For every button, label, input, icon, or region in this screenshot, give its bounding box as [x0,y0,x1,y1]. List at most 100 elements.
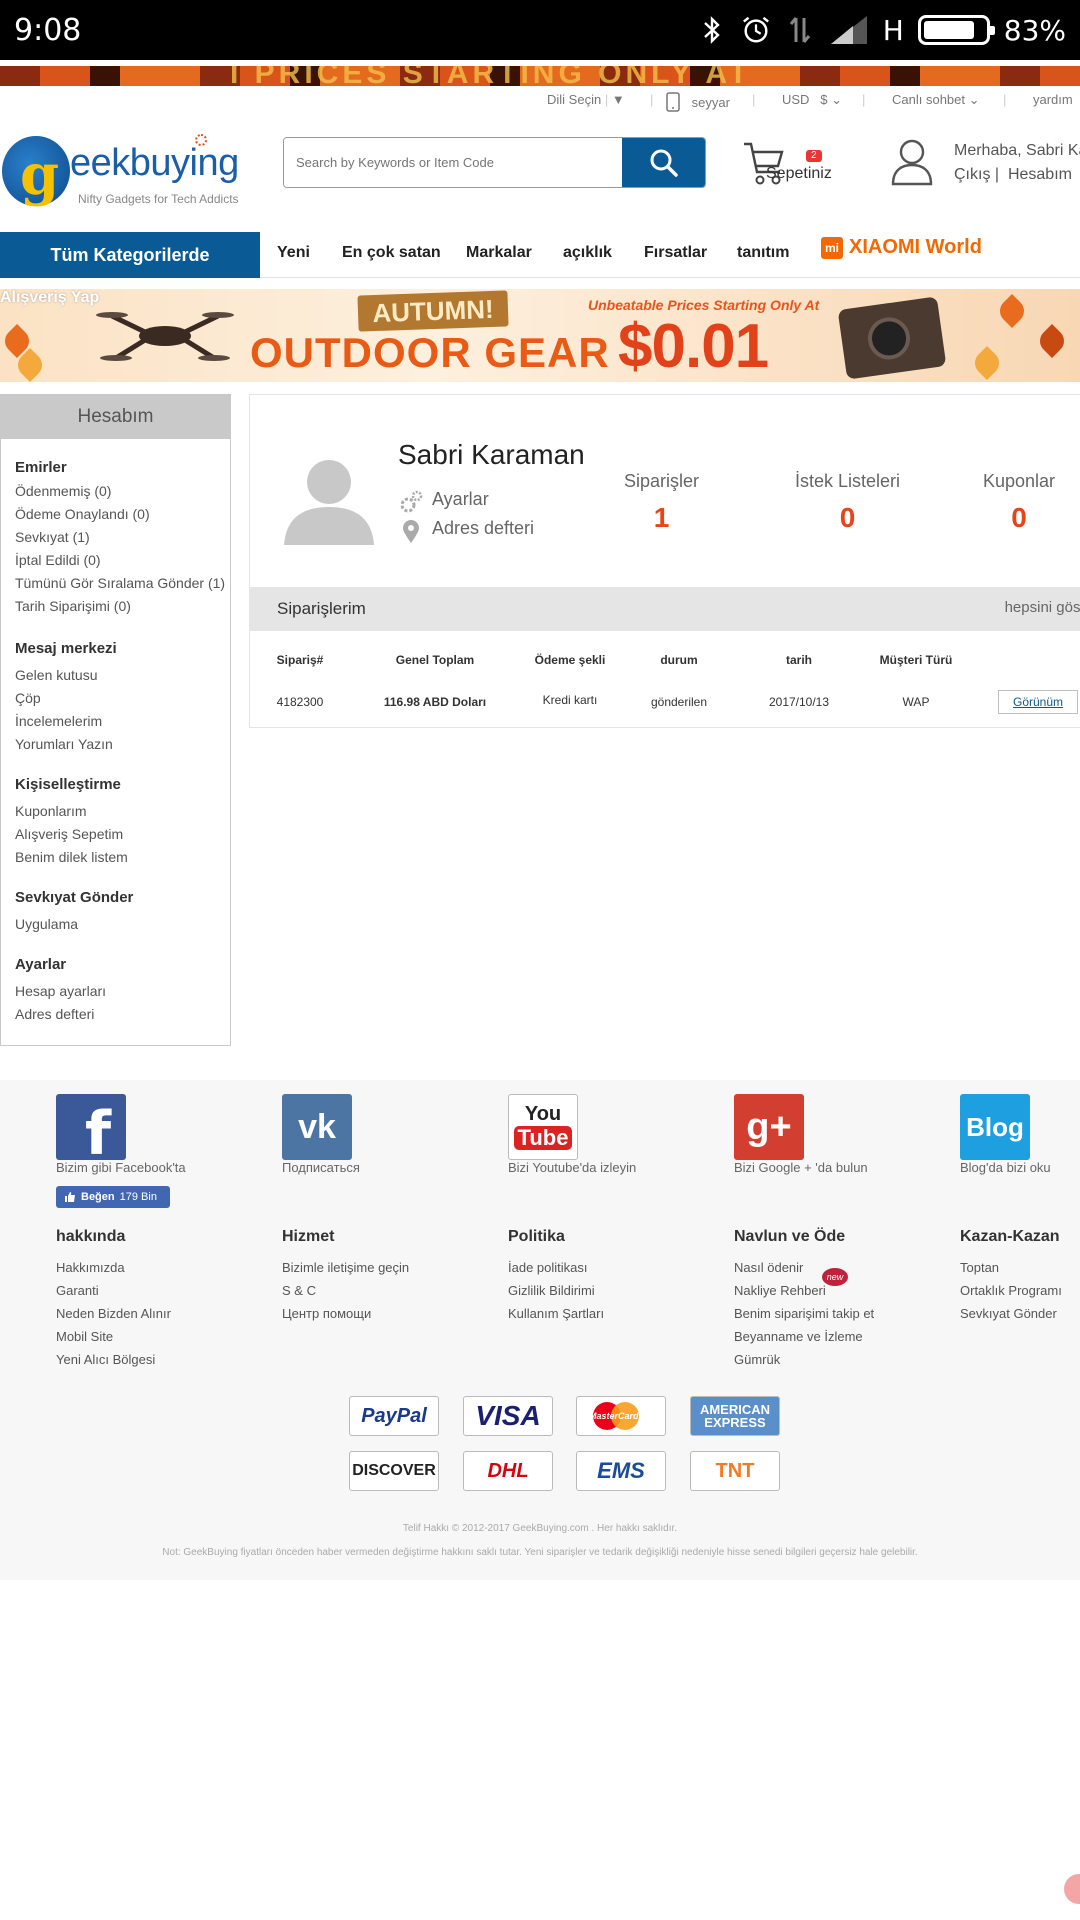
promo-banner[interactable]: Alışveriş Yap AUTUMN! OUTDOOR GEAR Unbea… [0,289,1080,382]
xiaomi-world-link[interactable]: mi XIAOMI World [821,236,982,259]
order-customer-type: WAP [902,695,930,709]
nav-item-brands[interactable]: Markalar [466,244,532,262]
sidebar-item-trash[interactable]: Çöp [15,690,41,706]
logout-link[interactable]: Çıkış [954,166,990,183]
nav-item-deals[interactable]: Fırsatlar [644,244,707,262]
address-book-link[interactable]: Adres defteri [432,518,534,539]
youtube-caption[interactable]: Bizi Youtube'da izleyin [508,1160,636,1175]
search-icon [650,149,678,177]
order-payment: Kredi kartı [542,693,598,707]
sidebar-item-account-settings[interactable]: Hesap ayarları [15,983,106,999]
view-order-button[interactable]: Görünüm [998,690,1078,714]
order-date: 2017/10/13 [768,695,830,709]
facebook-icon[interactable]: f [56,1094,126,1169]
footer-link[interactable]: Nakliye Rehberi [734,1283,826,1298]
paypal-logo: PayPal [349,1396,439,1436]
live-chat-link[interactable]: Canlı sohbet ⌄ [892,92,980,108]
google-plus-caption[interactable]: Bizi Google + 'da bulun [734,1160,868,1175]
footer-link[interactable]: Nasıl ödenir [734,1260,803,1275]
alarm-icon [742,16,769,43]
location-pin-icon [403,520,419,543]
footer-link[interactable]: Beyanname ve İzleme [734,1329,863,1344]
language-selector[interactable]: Dili Seçin | ▼ [547,92,625,107]
order-total: 116.98 ABD Doları [383,695,487,709]
stat-wishlists[interactable]: İstek Listeleri 0 [795,471,900,534]
orders-header: Siparişlerim hepsini göste [250,587,1080,631]
sidebar-item-shipped[interactable]: Sevkıyat (1) [15,529,90,545]
sidebar-item-application[interactable]: Uygulama [15,916,78,932]
blog-icon[interactable]: Blog [960,1094,1030,1160]
google-plus-icon[interactable]: g+ [734,1094,804,1160]
promo-strip[interactable]: I PRICES STARTING ONLY AT [0,66,1080,86]
utility-bar: Dili Seçin | ▼ | seyyar | USD $ ⌄ | Canl… [547,92,1073,112]
settings-link[interactable]: Ayarlar [432,489,489,510]
mobile-link[interactable]: seyyar [666,92,730,112]
show-all-orders-link[interactable]: hepsini göste [1005,599,1080,616]
footer-link[interactable]: Mobil Site [56,1329,113,1344]
my-account-link[interactable]: Hesabım [1008,166,1072,183]
xiaomi-logo-icon: mi [821,236,843,259]
geekbuying-logo[interactable]: g eekbuying Nifty Gadgets for Tech Addic… [2,132,252,212]
thumbs-up-icon [65,1192,75,1202]
footer-link[interactable]: Sevkıyat Gönder [960,1306,1057,1321]
floating-chat-button[interactable] [1064,1874,1080,1904]
currency-selector[interactable]: USD $ ⌄ [782,92,842,108]
sidebar-item-all-orders[interactable]: Tümünü Gör Sıralama Gönder (1) [15,575,225,591]
stat-orders[interactable]: Siparişler 1 [624,471,699,534]
user-icon [891,139,933,186]
cart-label: Sepetiniz [766,165,832,182]
footer-link[interactable]: Bizimle iletişime geçin [282,1260,409,1275]
footer-link[interactable]: Gizlilik Bildirimi [508,1283,595,1298]
footer-link[interactable]: Yeni Alıcı Bölgesi [56,1352,155,1367]
blog-caption[interactable]: Blog'da bizi oku [960,1160,1051,1175]
facebook-like-button[interactable]: Beğen 179 Bin [56,1186,170,1208]
sidebar-item-reviews[interactable]: İncelemelerim [15,713,102,729]
youtube-icon[interactable]: You Tube [508,1094,578,1160]
search-button[interactable] [622,138,705,187]
footer-link[interactable]: Toptan [960,1260,999,1275]
greeting-text: Merhaba, Sabri Ka [954,142,1080,159]
sidebar-item-shopping-cart[interactable]: Alışveriş Sepetim [15,826,123,842]
sidebar-item-inbox[interactable]: Gelen kutusu [15,667,98,683]
sidebar-item-cancelled[interactable]: İptal Edildi (0) [15,552,101,568]
cart-button[interactable]: 2 Sepetiniz [742,138,842,188]
bluetooth-icon [703,16,720,44]
stat-coupons[interactable]: Kuponlar 0 [983,471,1055,534]
footer-link[interactable]: Gümrük [734,1352,780,1367]
footer-shipping-title: Navlun ve Öde [734,1228,846,1245]
sidebar-item-wishlist[interactable]: Benim dilek listem [15,849,128,865]
vk-caption[interactable]: Подписаться [282,1160,360,1175]
sidebar-section-personalization: Kişiselleştirme [15,776,121,793]
sidebar-item-address-book[interactable]: Adres defteri [15,1006,94,1022]
footer-link[interactable]: Hakkımızda [56,1260,125,1275]
footer-link[interactable]: S & C [282,1283,316,1298]
sidebar-item-coupons[interactable]: Kuponlarım [15,803,87,819]
sidebar-item-payment-confirmed[interactable]: Ödeme Onaylandı (0) [15,506,150,522]
footer-link[interactable]: Neden Bizden Alınır [56,1306,171,1321]
search-input[interactable] [284,138,624,187]
vk-icon[interactable]: vk [282,1094,352,1160]
avatar [284,460,374,545]
footer-link[interactable]: Kullanım Şartları [508,1306,604,1321]
sidebar-item-unpaid[interactable]: Ödenmemiş (0) [15,483,111,499]
footer-link[interactable]: Ortaklık Programı [960,1283,1062,1298]
column-header: Ödeme şekli [534,653,606,667]
footer-link[interactable]: Центр помощи [282,1306,371,1321]
footer-link[interactable]: İade politikası [508,1260,588,1275]
ems-logo: EMS [576,1451,666,1491]
nav-item-bestsellers[interactable]: En çok satan [342,244,441,262]
sidebar-item-write-reviews[interactable]: Yorumları Yazın [15,736,113,752]
help-link[interactable]: yardım [1033,92,1073,107]
footer-link[interactable]: Benim siparişimi takip et [734,1306,874,1321]
nav-item-promotion[interactable]: tanıtım [737,244,789,262]
account-sidebar: Hesabım Emirler Ödenmemiş (0) Ödeme Onay… [0,394,231,1046]
facebook-caption[interactable]: Bizim gibi Facebook'ta [56,1160,186,1175]
nav-item-new[interactable]: Yeni [277,244,310,262]
mastercard-logo: MasterCard [576,1396,666,1436]
footer-link[interactable]: Garanti [56,1283,99,1298]
banner-shop-label: Alışveriş Yap [0,289,100,306]
nav-item-clearance[interactable]: açıklık [563,244,612,262]
all-categories-button[interactable]: Tüm Kategorilerde [0,232,260,278]
footer-about-title: hakkında [56,1228,126,1245]
sidebar-item-order-history[interactable]: Tarih Siparişimi (0) [15,598,131,614]
